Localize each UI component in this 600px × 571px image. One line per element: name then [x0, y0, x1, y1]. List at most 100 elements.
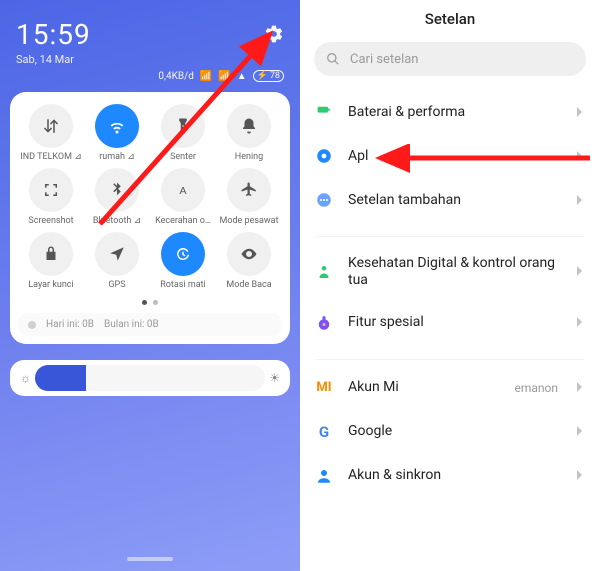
flashlight-icon — [174, 117, 192, 135]
status-top: 15:59 Sab, 14 Mar — [10, 10, 290, 66]
divider — [316, 359, 584, 360]
wifi-icon — [108, 117, 126, 135]
usage-today: Hari ini: 0B — [46, 319, 94, 330]
quick-tile: Rotasi mati — [150, 232, 216, 290]
airplane-icon — [240, 181, 258, 199]
chevron-right-icon — [576, 103, 584, 122]
settings-row-label: Setelan tambahan — [348, 192, 562, 209]
settings-group: Baterai & performa Apl Setelan tambahan — [300, 90, 600, 230]
drag-handle[interactable] — [127, 557, 173, 561]
gear-icon — [264, 24, 284, 44]
quick-tile-label: Layar kunci — [28, 280, 73, 290]
settings-row-label: Fitur spesial — [348, 314, 562, 331]
brightness-slider[interactable]: ☼ ☀ — [10, 360, 290, 396]
settings-list: Baterai & performa Apl Setelan tambahan Kes… — [300, 90, 600, 506]
screenshot-icon — [42, 181, 60, 199]
quick-tile: IND TELKOM ⊿ — [18, 104, 84, 162]
settings-row-label: Google — [348, 423, 562, 440]
quick-tile-button[interactable] — [161, 232, 205, 276]
data-rate: 0,4KB/d — [158, 71, 193, 82]
brightness-high-icon: ☀ — [269, 371, 280, 385]
quick-tile-button[interactable] — [95, 104, 139, 148]
data-usage-row[interactable]: Hari ini: 0B Bulan ini: 0B — [18, 313, 282, 336]
google-logo-icon: G — [314, 422, 334, 442]
usage-month: Bulan ini: 0B — [104, 319, 159, 330]
settings-row[interactable]: G Google — [300, 410, 600, 454]
bell-icon — [240, 117, 258, 135]
divider — [316, 236, 584, 237]
quick-tile: Mode pesawat — [216, 168, 282, 226]
person-sync-icon — [314, 466, 334, 486]
mi-logo-icon: MI — [314, 378, 334, 398]
quick-tile: Senter — [150, 104, 216, 162]
quick-tile-button[interactable] — [161, 104, 205, 148]
battery-horiz-icon — [314, 102, 334, 122]
quick-tile: A Kecerahan o… — [150, 168, 216, 226]
settings-row[interactable]: Fitur spesial — [300, 301, 600, 345]
page-title: Setelan — [300, 0, 600, 38]
quick-tile-button[interactable] — [227, 104, 271, 148]
search-icon — [326, 52, 340, 66]
quick-tile: rumah ⊿ — [84, 104, 150, 162]
settings-row-sub: emanon — [514, 381, 558, 395]
slider-track[interactable] — [35, 365, 265, 391]
page-dot[interactable] — [142, 300, 147, 305]
settings-group: MIAkun Miemanon G Google Akun & sinkron — [300, 366, 600, 506]
settings-screen: Setelan Cari setelan Baterai & performa A… — [300, 0, 600, 571]
signal-icon: 📶 — [200, 71, 212, 82]
quick-tile-label: Kecerahan o… — [155, 216, 211, 226]
quick-tile-button[interactable] — [29, 232, 73, 276]
letter-a-icon: A — [174, 181, 192, 199]
quick-tile-label: rumah ⊿ — [99, 152, 135, 162]
settings-row[interactable]: Apl — [300, 134, 600, 178]
svg-text:A: A — [179, 185, 186, 197]
quick-tile-button[interactable] — [227, 232, 271, 276]
chevron-right-icon — [576, 262, 584, 281]
quick-tile-button[interactable] — [29, 168, 73, 212]
quick-tile-button[interactable]: A — [161, 168, 205, 212]
rotation-lock-icon — [174, 245, 192, 263]
settings-button[interactable] — [264, 18, 284, 48]
quick-tile-label: IND TELKOM ⊿ — [20, 152, 82, 162]
page-dots[interactable] — [18, 300, 282, 305]
quick-tile: Mode Baca — [216, 232, 282, 290]
quick-tile: Bluetooth ⊿ — [84, 168, 150, 226]
location-icon — [108, 245, 126, 263]
quick-tile-button[interactable] — [227, 168, 271, 212]
quick-tile-button[interactable] — [29, 104, 73, 148]
chevron-right-icon — [576, 466, 584, 485]
clock-time: 15:59 — [16, 18, 91, 51]
search-input[interactable]: Cari setelan — [314, 42, 586, 76]
settings-row[interactable]: MIAkun Miemanon — [300, 366, 600, 410]
dots-circle-icon — [314, 190, 334, 210]
quick-tile: Hening — [216, 104, 282, 162]
settings-row[interactable]: Setelan tambahan — [300, 178, 600, 222]
lock-icon — [42, 245, 60, 263]
slider-fill — [35, 365, 86, 391]
settings-row-label: Baterai & performa — [348, 104, 562, 121]
quick-tile-button[interactable] — [95, 168, 139, 212]
page-dot[interactable] — [153, 300, 158, 305]
eye-icon — [240, 245, 258, 263]
quick-tile-label: Mode pesawat — [219, 216, 278, 226]
wellbeing-icon — [314, 262, 334, 282]
status-bar: 0,4KB/d 📶 📶 ▲ ⚡78 — [10, 66, 290, 90]
swap-vertical-icon — [42, 117, 60, 135]
settings-row[interactable]: Baterai & performa — [300, 90, 600, 134]
quick-tiles-card: IND TELKOM ⊿ rumah ⊿ SenterHening Screensho… — [10, 92, 290, 344]
quick-tile: Screenshot — [18, 168, 84, 226]
settings-group: Kesehatan Digital & kontrol orang tua Fit… — [300, 243, 600, 353]
clock-date: Sab, 14 Mar — [16, 53, 91, 66]
quick-tile-button[interactable] — [95, 232, 139, 276]
settings-row[interactable]: Akun & sinkron — [300, 454, 600, 498]
quick-tile-label: Mode Baca — [226, 280, 271, 290]
gear-solid-icon — [314, 146, 334, 166]
chevron-right-icon — [576, 191, 584, 210]
quick-tile: Layar kunci — [18, 232, 84, 290]
quick-tile-label: Screenshot — [28, 216, 73, 226]
settings-row[interactable]: Kesehatan Digital & kontrol orang tua — [300, 243, 600, 301]
settings-row-label: Akun & sinkron — [348, 467, 562, 484]
wifi-status-icon: ▲ — [237, 71, 247, 82]
quick-tile-label: Rotasi mati — [160, 280, 206, 290]
chevron-right-icon — [576, 378, 584, 397]
